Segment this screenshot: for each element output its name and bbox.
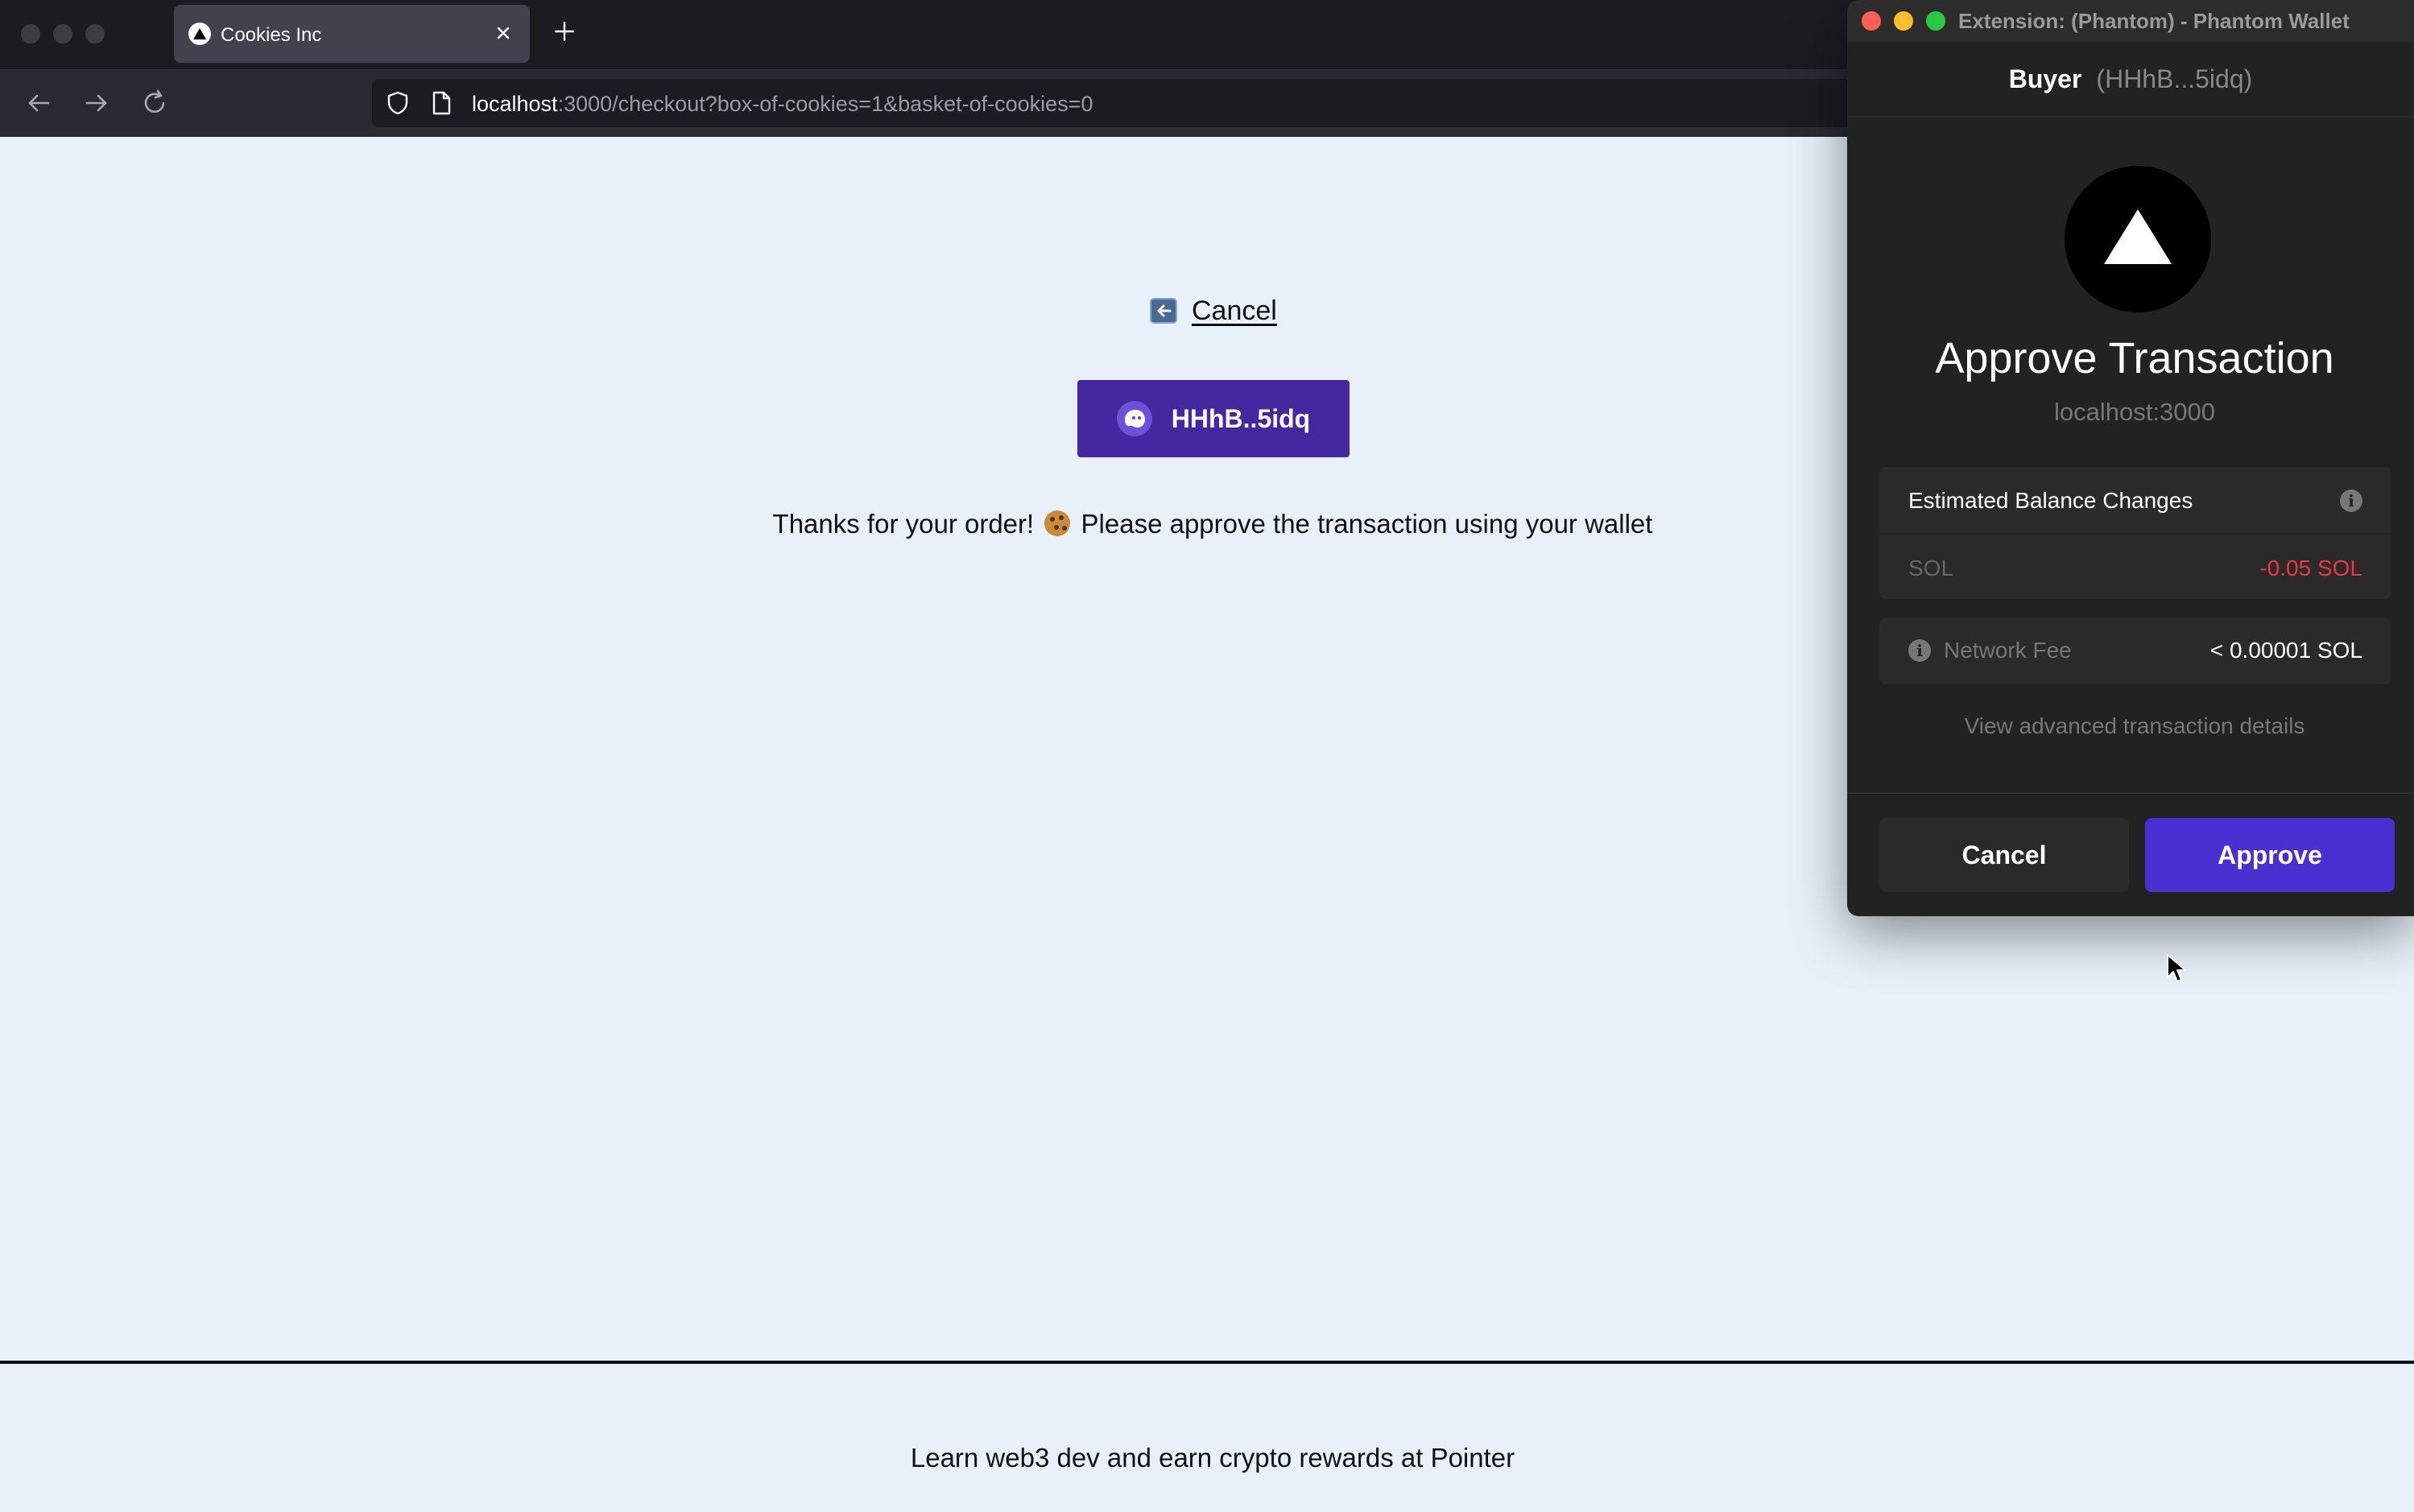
back-arrow-emoji-icon [1150, 298, 1177, 324]
popup-minimize-dot[interactable] [1894, 11, 1913, 31]
account-address: (HHhB...5idq) [2096, 64, 2253, 93]
footer-text: Learn web3 dev and earn crypto rewards a… [910, 1443, 1515, 1473]
popup-close-dot[interactable] [1862, 11, 1881, 31]
forward-arrow-icon[interactable] [81, 87, 113, 119]
cookie-emoji-icon [1044, 510, 1071, 536]
popup-footer: Cancel Approve [1847, 792, 2414, 916]
account-name: Buyer [2008, 64, 2082, 93]
site-triangle-logo-icon [2065, 166, 2211, 312]
reload-icon[interactable] [138, 87, 171, 119]
account-header[interactable]: Buyer (HHhB...5idq) [1847, 42, 2414, 118]
balance-changes-card: Estimated Balance Changes i SOL -0.05 SO… [1879, 467, 2391, 599]
network-fee-label: Network Fee [1944, 638, 2072, 663]
cancel-link-label: Cancel [1192, 295, 1277, 326]
phantom-popup-window: Extension: (Phantom) - Phantom Wallet Bu… [1847, 0, 2414, 916]
wallet-connect-button[interactable]: HHhB..5idq [1077, 380, 1350, 457]
page-icon [430, 90, 453, 116]
approve-heading: Approve Transaction [1935, 334, 2334, 382]
footer-divider [0, 1361, 2414, 1364]
order-message-instruction: Please approve the transaction using you… [1081, 509, 1653, 539]
window-close-dot[interactable] [21, 24, 40, 43]
balance-changes-header: Estimated Balance Changes i [1879, 467, 2391, 535]
mouse-cursor-icon [2166, 953, 2189, 989]
popup-window-title: Extension: (Phantom) - Phantom Wallet [1958, 9, 2350, 33]
approve-button[interactable]: Approve [2145, 818, 2395, 892]
url-path: :3000/checkout?box-of-cookies=1&basket-o… [557, 92, 1093, 116]
popup-cancel-button[interactable]: Cancel [1879, 818, 2129, 892]
popup-titlebar: Extension: (Phantom) - Phantom Wallet [1847, 0, 2414, 42]
close-icon[interactable] [491, 21, 515, 45]
shield-icon[interactable] [385, 90, 411, 116]
plus-icon[interactable] [552, 19, 577, 43]
network-fee-value: < 0.00001 SOL [2209, 638, 2362, 663]
network-fee-row: i Network Fee < 0.00001 SOL [1879, 618, 2391, 684]
phantom-ghost-icon [1116, 401, 1152, 436]
balance-changes-title: Estimated Balance Changes [1908, 488, 2193, 513]
browser-tab[interactable]: Cookies Inc [174, 5, 530, 63]
wallet-address-label: HHhB..5idq [1171, 403, 1311, 433]
window-zoom-dot[interactable] [85, 24, 105, 43]
advanced-details-link[interactable]: View advanced transaction details [1847, 713, 2414, 739]
request-origin: localhost:3000 [2054, 398, 2215, 426]
url-host: localhost [472, 92, 558, 116]
tab-title: Cookies Inc [221, 24, 322, 46]
network-fee-info-icon[interactable]: i [1908, 639, 1931, 662]
window-minimize-dot[interactable] [53, 24, 72, 43]
order-message-thanks: Thanks for your order! [772, 509, 1035, 539]
balance-token-label: SOL [1908, 556, 1954, 580]
cancel-link[interactable]: Cancel [1150, 295, 1277, 327]
url-text[interactable]: localhost:3000/checkout?box-of-cookies=1… [472, 92, 1093, 117]
balance-change-value: -0.05 SOL [2259, 556, 2362, 580]
popup-zoom-dot[interactable] [1926, 11, 1945, 31]
info-icon[interactable]: i [2340, 490, 2362, 512]
triangle-logo-icon [188, 23, 211, 45]
back-arrow-icon[interactable] [23, 87, 55, 119]
